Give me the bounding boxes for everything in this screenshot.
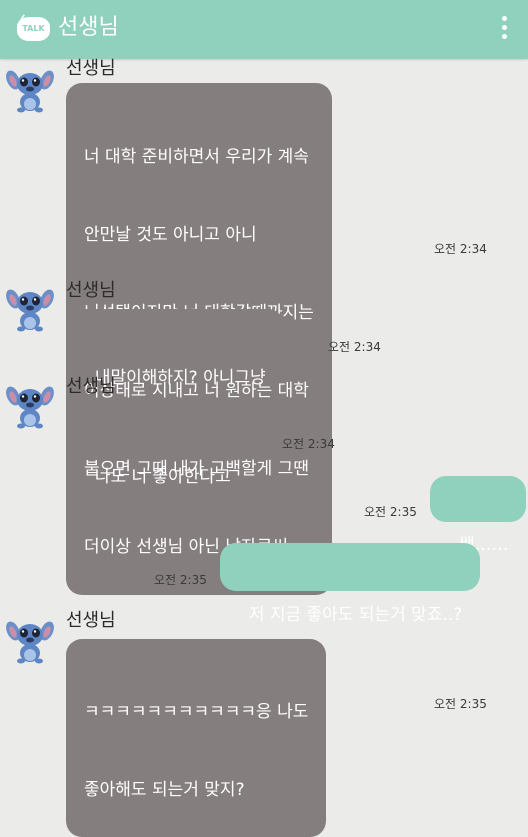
message-text: 안만날 것도 아니고 아니 [84, 225, 257, 245]
message-bubble-outgoing[interactable]: 저 지금 좋아도 되는거 맞죠..? [220, 543, 481, 625]
avatar-icon[interactable] [6, 283, 54, 333]
message-bubble-incoming[interactable]: 내말이해하지? 아니그냥 [66, 309, 284, 388]
message-text: 나도 너 좋아한다고 [94, 467, 231, 487]
sender-name: 선생님 [66, 610, 116, 631]
chat-title: 선생님 [58, 15, 119, 40]
message-text: 너 대학 준비하면서 우리가 계속 [84, 147, 309, 167]
message-bubble-incoming[interactable]: ㅋㅋㅋㅋㅋㅋㅋㅋㅋㅋㅋ응 나도 좋아해도 되는거 맞지? [66, 639, 327, 837]
message-time: 오전 2:35 [434, 697, 487, 711]
avatar-icon[interactable] [6, 615, 54, 665]
message-text: ㅋㅋㅋㅋㅋㅋㅋㅋㅋㅋㅋ응 나도 [84, 702, 309, 722]
message-text: 내말이해하지? 아니그냥 [94, 368, 266, 388]
sender-name: 선생님 [66, 58, 116, 79]
chat-header: 〈 TALK 선생님 [0, 0, 528, 59]
message-time: 오전 2:34 [328, 340, 381, 354]
message-text: 좋아해도 되는거 맞지? [84, 780, 245, 800]
message-time: 오전 2:34 [282, 437, 335, 451]
sender-name: 선생님 [66, 376, 116, 397]
sender-name: 선생님 [66, 280, 116, 301]
message-time: 오전 2:34 [434, 242, 487, 256]
message-bubble-incoming[interactable]: 나도 너 좋아한다고 [66, 405, 249, 487]
message-time: 오전 2:35 [154, 573, 207, 587]
message-time: 오전 2:35 [364, 505, 417, 519]
talk-icon: TALK [17, 17, 50, 41]
more-menu-icon[interactable] [500, 16, 508, 44]
message-bubble-outgoing[interactable]: 쌤…… [430, 476, 527, 555]
avatar-icon[interactable] [6, 380, 54, 430]
message-text: 저 지금 좋아도 되는거 맞죠..? [248, 605, 463, 625]
avatar-icon[interactable] [6, 64, 54, 114]
